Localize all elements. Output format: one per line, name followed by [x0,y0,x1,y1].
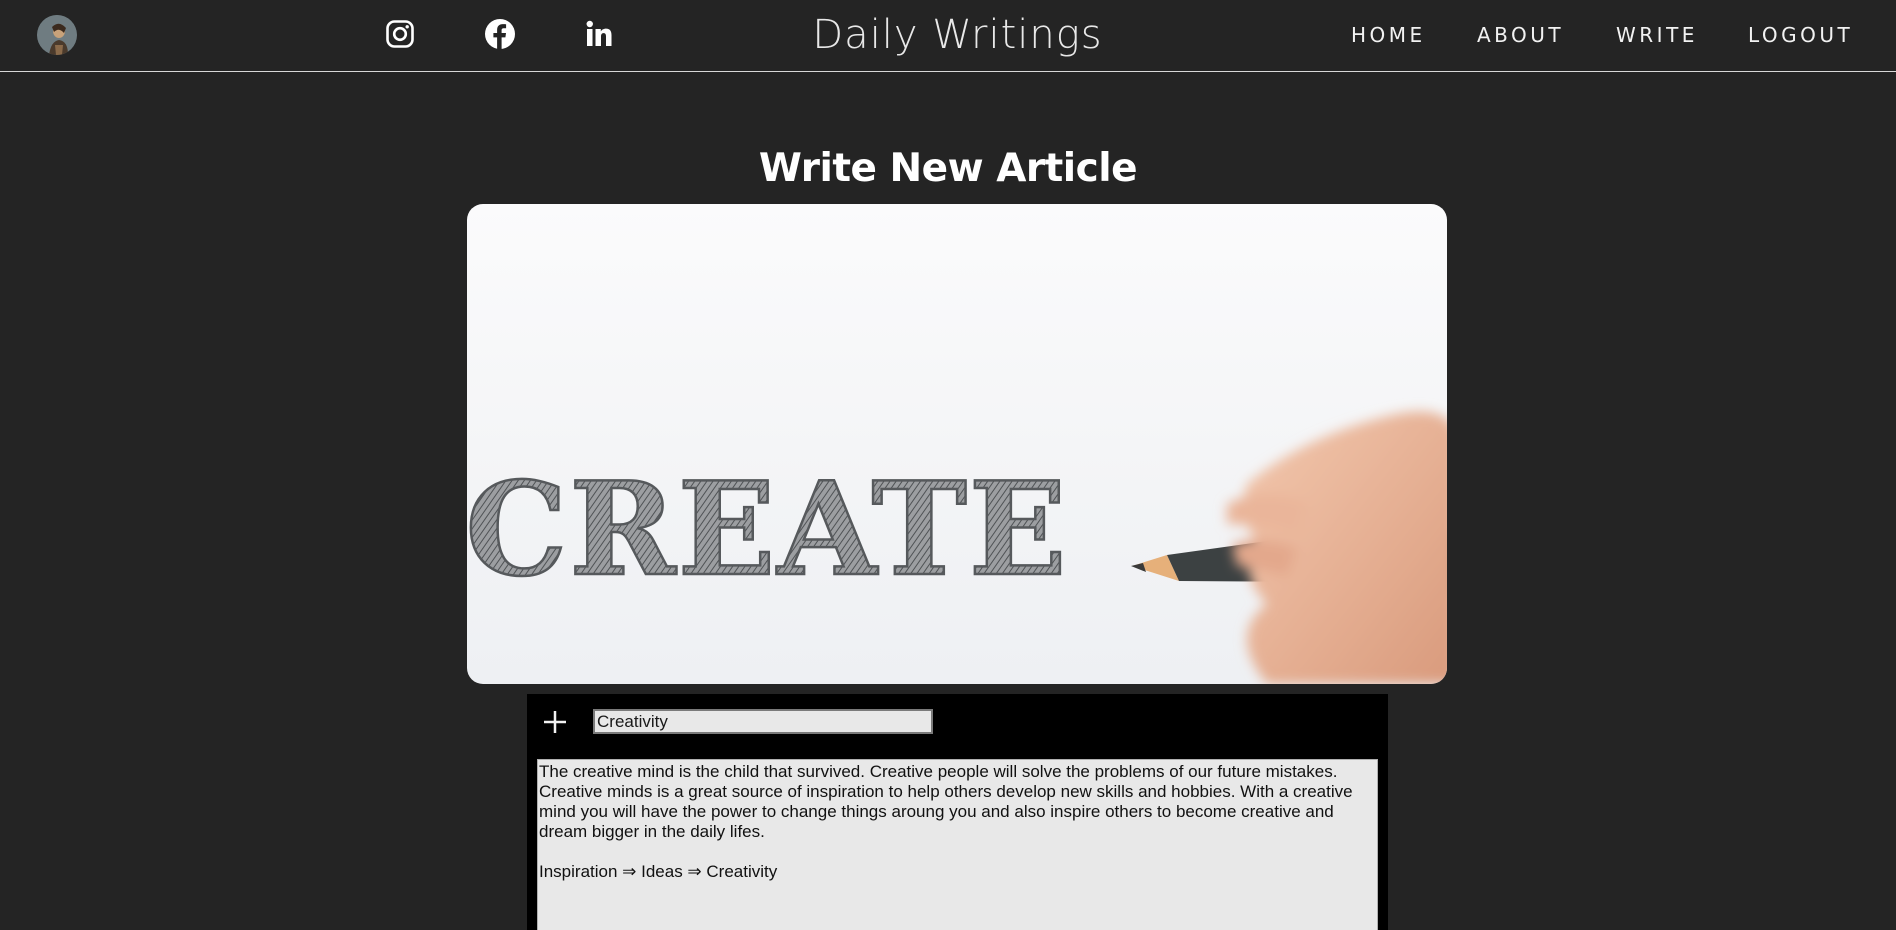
article-cover-image: CREATE [467,204,1447,684]
create-sketch-text: CREATE [467,455,1068,605]
nav-home[interactable]: HOME [1351,22,1426,48]
facebook-icon[interactable] [482,16,518,52]
nav-logout[interactable]: LOGOUT [1748,22,1853,48]
nav-about[interactable]: ABOUT [1477,22,1564,48]
body-paragraph-1: The creative mind is the child that surv… [539,762,1358,841]
article-editor: Creativity The creative mind is the chil… [527,694,1388,930]
site-title[interactable]: Daily Writings [700,10,1215,60]
page-title: Write New Article [758,146,1138,191]
instagram-icon[interactable] [382,16,418,52]
avatar[interactable] [37,15,77,55]
nav-write[interactable]: WRITE [1616,22,1698,48]
hand-graphic [1227,411,1447,684]
body-paragraph-2: Inspiration ⇒ Ideas ⇒ Creativity [539,862,778,881]
plus-icon[interactable] [539,706,571,738]
article-body-textarea[interactable]: The creative mind is the child that surv… [537,759,1378,930]
top-navigation-bar: Daily Writings HOME ABOUT WRITE LOGOUT [0,0,1896,72]
linkedin-icon[interactable] [581,16,617,52]
article-title-input[interactable]: Creativity [593,709,933,734]
avatar-photo [37,15,77,55]
